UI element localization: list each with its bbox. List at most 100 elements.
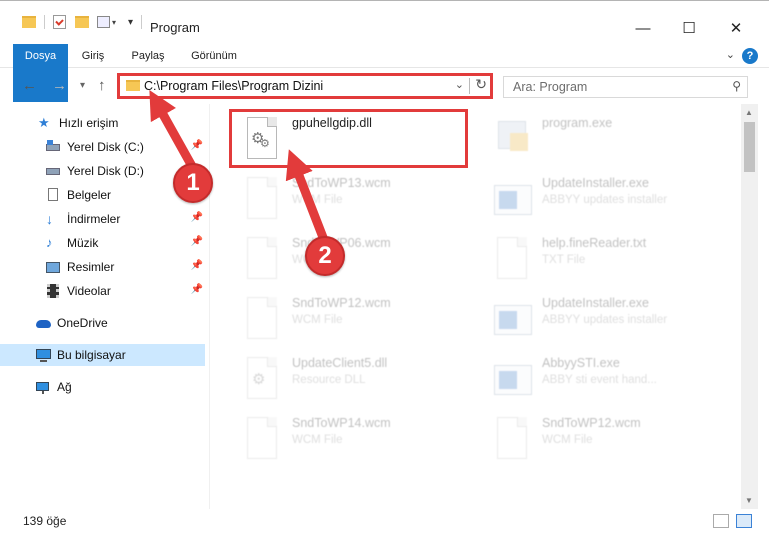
back-arrow-icon[interactable]: ← [22,77,37,94]
scroll-down-icon[interactable]: ▼ [745,496,753,505]
downloads-icon: ↓ [46,211,53,227]
vertical-scrollbar[interactable]: ▲ ▼ [741,104,758,509]
file-type: ABBY sti event hand... [542,374,657,386]
file-item-updateinstaller-exe[interactable]: UpdateInstaller.exe ABBYY updates instal… [480,290,725,348]
sidebar-item-label: İndirmeler [67,212,121,226]
videos-icon [46,284,60,298]
file-name: AbbyySTI.exe [542,356,620,370]
sidebar-item-downloads[interactable]: ↓ İndirmeler 📌 [0,208,205,230]
wcm-file-icon [244,417,278,461]
drive-icon [46,164,60,178]
file-type: WCM File [292,314,343,326]
sidebar-item-this-pc[interactable]: Bu bilgisayar [0,344,205,366]
address-bar[interactable]: C:\Program Files\Program Dizini ⌄ ↻ [117,73,493,99]
expand-ribbon-icon[interactable]: ⌄ [726,48,735,61]
customize-quick-access-icon[interactable]: ▾ [97,13,116,31]
exe-file-icon [494,117,528,161]
address-path[interactable]: C:\Program Files\Program Dizini [144,79,323,93]
sidebar-item-label: Ağ [57,380,72,394]
tab-share[interactable]: Paylaş [126,44,170,68]
selected-file-highlight [229,109,468,168]
sidebar-item-network[interactable]: Ağ [0,376,205,398]
item-count: 139 öğe [23,514,67,528]
navigation-bar: ← → ▾ ↑ C:\Program Files\Program Dizini … [0,68,769,104]
search-icon[interactable]: ⚲ [732,79,741,93]
wcm-file-icon [494,417,528,461]
file-type: WCM File [292,434,343,446]
sidebar-item-label: Resimler [67,260,115,274]
sidebar-item-label: OneDrive [57,316,108,330]
pin-icon[interactable]: 📌 [191,212,203,223]
scrollbar-thumb[interactable] [744,122,755,172]
cloud-icon [36,316,51,330]
search-input[interactable]: Ara: Program ⚲ [503,76,748,98]
file-item-sndtowp14-wcm[interactable]: SndToWP14.wcm WCM File [230,410,475,468]
separator [44,13,45,31]
file-item-sndtowp06-wcm[interactable]: SndToWP06.wcm WCM File [230,230,475,288]
step-one-badge: 1 [173,163,213,203]
file-name: UpdateInstaller.exe [542,296,650,310]
status-bar: 139 öğe [0,509,769,540]
sidebar-item-videos[interactable]: Videolar 📌 [0,280,205,302]
pin-icon[interactable]: 📌 [191,140,203,151]
tab-home[interactable]: Giriş [78,44,108,68]
file-item-abbyysti-exe[interactable]: AbbyySTI.exe ABBY sti event hand... [480,350,725,408]
help-icon[interactable]: ? [742,48,758,64]
close-button[interactable]: ✕ [713,15,759,43]
sidebar-item-label: Hızlı erişim [59,116,119,130]
sidebar-item-label: Yerel Disk (C:) [67,140,144,154]
wcm-file-icon [244,297,278,341]
sidebar-item-label: Müzik [67,236,99,250]
drive-icon [46,140,60,154]
scroll-up-icon[interactable]: ▲ [745,108,753,117]
file-item-program-exe[interactable]: program.exe [480,110,725,168]
pin-icon[interactable]: 📌 [191,236,203,247]
dll-file-icon: ⚙ [244,357,278,401]
computer-icon [36,348,51,362]
details-view-icon[interactable] [713,514,729,528]
file-name: program.exe [542,116,613,130]
file-type: Resource DLL [292,374,366,386]
up-arrow-icon[interactable]: ↑ [98,77,106,94]
window-title: Program [150,20,200,35]
documents-icon [46,188,60,202]
sidebar-item-quick-access[interactable]: ★ Hızlı erişim [0,112,205,134]
file-item-sndtowp12-wcm[interactable]: SndToWP12.wcm WCM File [480,410,725,468]
address-dropdown-icon[interactable]: ⌄ [455,78,464,91]
sidebar-item-onedrive[interactable]: OneDrive [0,312,205,334]
forward-arrow-icon[interactable]: → [52,77,67,94]
refresh-icon[interactable]: ↻ [475,76,487,93]
folder-icon [126,80,140,91]
sidebar-item-pictures[interactable]: Resimler 📌 [0,256,205,278]
file-name: SndToWP13.wcm [292,176,391,190]
file-name: UpdateClient5.dll [292,356,388,370]
file-item-help-finereader-txt[interactable]: help.fineReader.txt TXT File [480,230,725,288]
exe-file-icon [494,297,532,341]
star-icon: ★ [38,115,50,130]
properties-icon[interactable] [53,13,66,31]
file-name: help.fineReader.txt [542,236,647,250]
file-item-sndtowp13-wcm[interactable]: SndToWP13.wcm WCM File [230,170,475,228]
txt-file-icon [494,237,528,281]
file-item-updateclient5-dll[interactable]: ⚙ UpdateClient5.dll Resource DLL [230,350,475,408]
quick-access-dropdown-icon[interactable]: ▾ [128,13,133,31]
sidebar-item-local-disk-c[interactable]: Yerel Disk (C:) 📌 [0,136,205,158]
large-icons-view-icon[interactable] [736,514,752,528]
file-type: ABBYY updates installer [542,314,668,326]
file-item-updateinstaller-exe[interactable]: UpdateInstaller.exe ABBYY updates instal… [480,170,725,228]
file-type: ABBYY updates installer [542,194,668,206]
new-folder-icon[interactable] [75,13,89,31]
minimize-button[interactable]: — [620,15,666,43]
tab-view[interactable]: Görünüm [186,44,242,68]
file-name: SndToWP12.wcm [542,416,641,430]
pin-icon[interactable]: 📌 [191,260,203,271]
pin-icon[interactable]: 📌 [191,284,203,295]
recent-locations-icon[interactable]: ▾ [80,80,85,91]
file-item-sndtowp12-wcm[interactable]: SndToWP12.wcm WCM File [230,290,475,348]
sidebar-item-label: Bu bilgisayar [57,348,126,362]
exe-file-icon [494,177,532,221]
sidebar-item-music[interactable]: ♪ Müzik 📌 [0,232,205,254]
file-type: WCM File [292,194,343,206]
maximize-button[interactable]: ☐ [666,15,712,43]
search-placeholder: Ara: Program [513,80,588,94]
